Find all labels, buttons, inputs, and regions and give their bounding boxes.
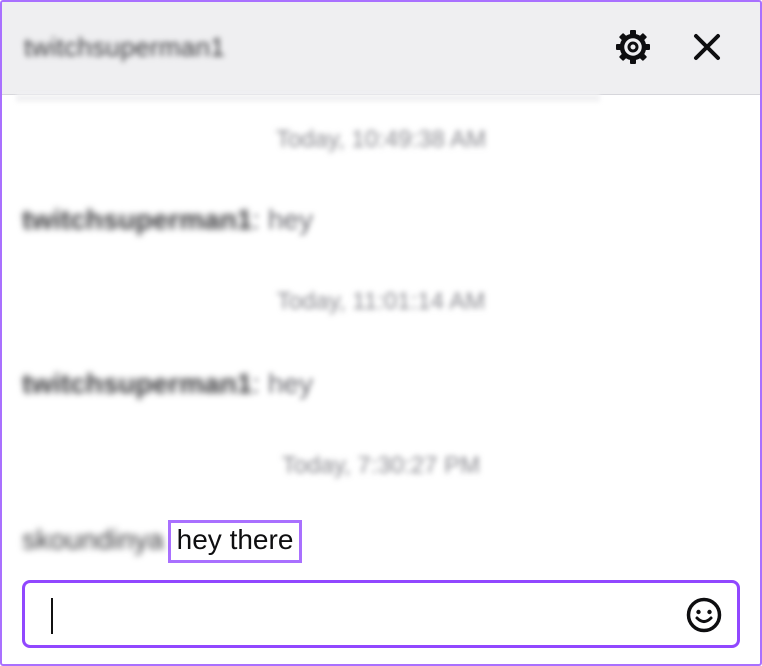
- whisper-input[interactable]: [47, 597, 667, 633]
- chat-message: skoundinya hey there: [22, 520, 303, 563]
- message-text: hey there: [176, 524, 294, 555]
- chat-message: twitchsuperman1: hey: [22, 204, 313, 235]
- message-text: hey: [267, 204, 313, 235]
- settings-button[interactable]: [610, 24, 656, 70]
- header-shadow: [16, 94, 600, 102]
- message-text: hey: [267, 368, 313, 399]
- chat-input-box[interactable]: [22, 580, 740, 648]
- message-username[interactable]: twitchsuperman1: [22, 368, 252, 399]
- close-icon: [694, 34, 720, 60]
- text-caret: [51, 598, 53, 634]
- smiley-icon: [686, 597, 722, 633]
- emoji-picker-button[interactable]: [685, 596, 723, 634]
- highlighted-message: hey there: [167, 520, 303, 563]
- message-list: Today, 10:49:38 AM twitchsuperman1: hey …: [2, 102, 760, 577]
- message-timestamp: Today, 7:30:27 PM: [281, 452, 481, 479]
- whisper-window: twitchsuperman1 Today, 10:49:38 AM twitc…: [0, 0, 762, 666]
- close-button[interactable]: [684, 24, 730, 70]
- whisper-header: twitchsuperman1: [2, 2, 760, 95]
- gear-icon: [616, 30, 650, 64]
- message-username[interactable]: skoundinya: [22, 524, 164, 555]
- message-timestamp: Today, 10:49:38 AM: [275, 126, 487, 153]
- conversation-username[interactable]: twitchsuperman1: [24, 32, 225, 63]
- message-timestamp: Today, 11:01:14 AM: [276, 288, 486, 315]
- chat-message: twitchsuperman1: hey: [22, 368, 313, 399]
- message-username[interactable]: twitchsuperman1: [22, 204, 252, 235]
